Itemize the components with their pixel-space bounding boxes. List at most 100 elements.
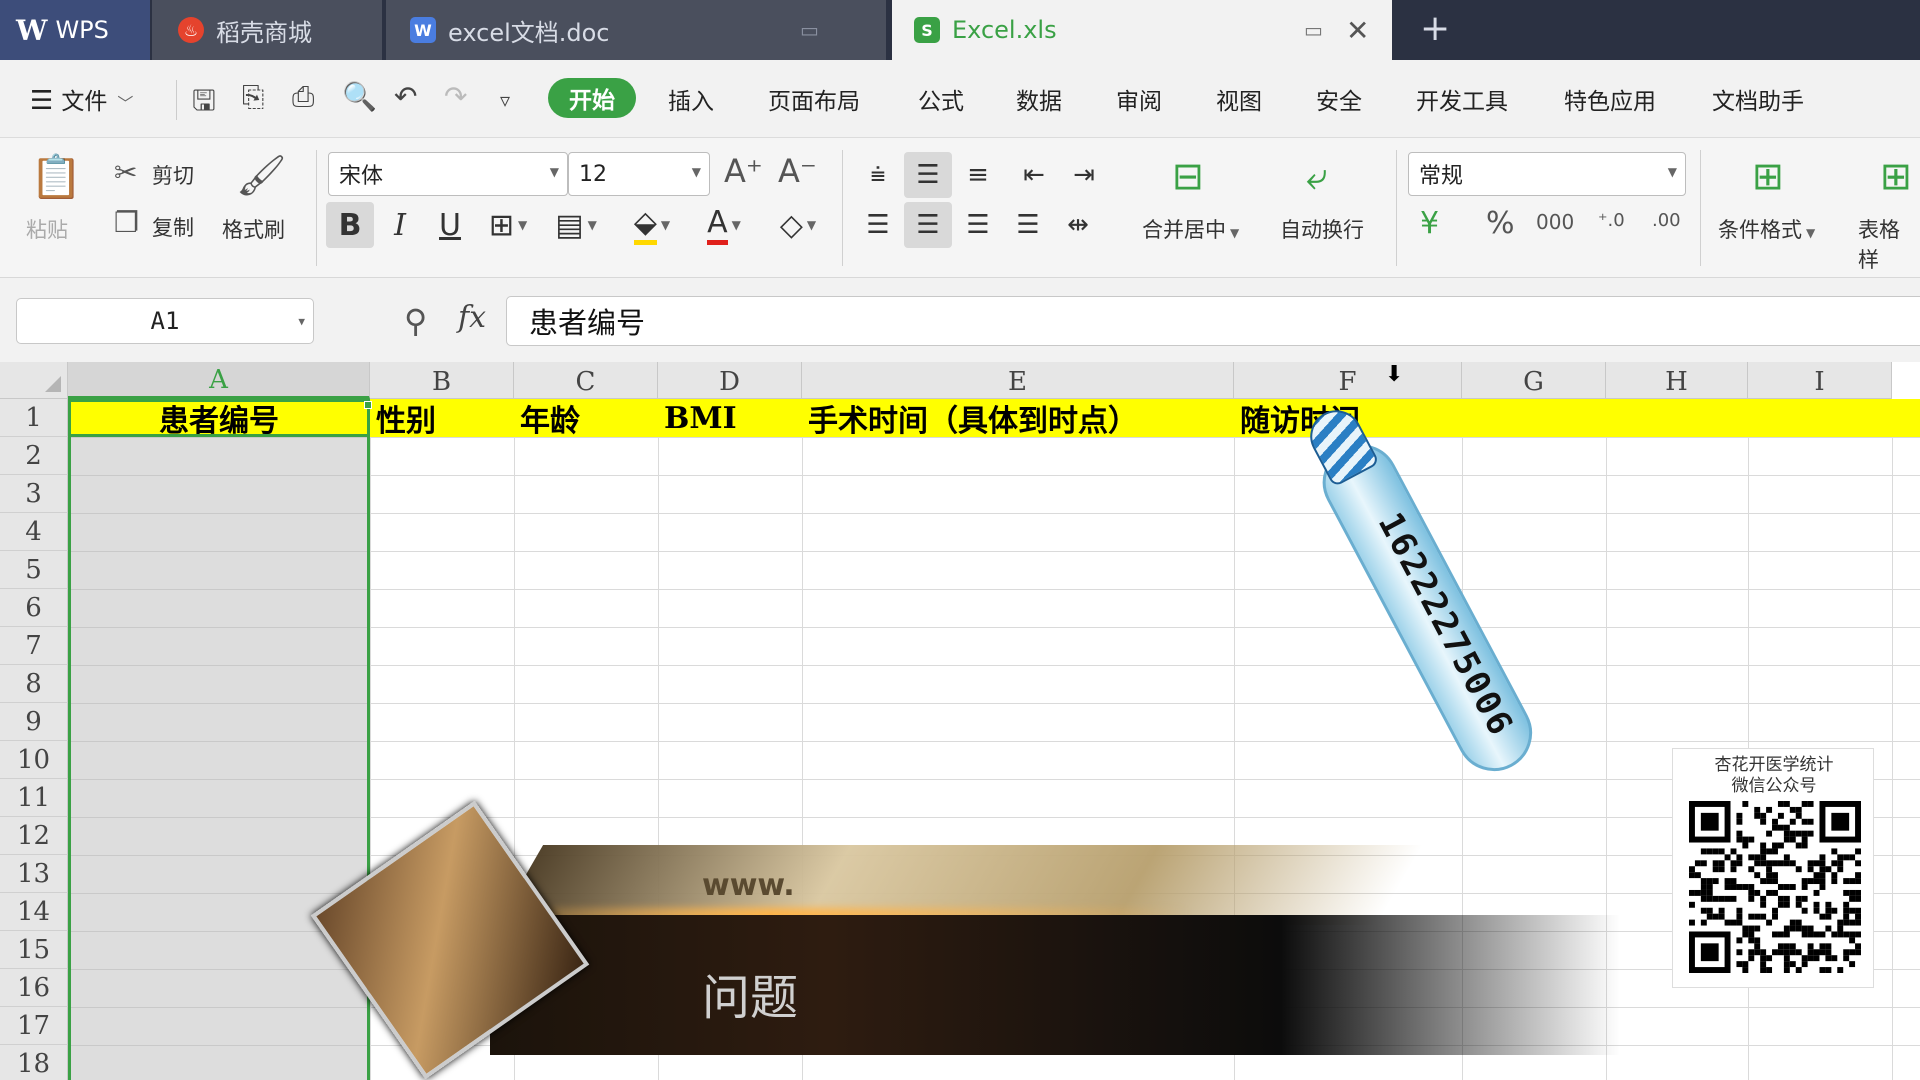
tab-home[interactable]: 开始 <box>548 78 636 118</box>
select-all-corner[interactable] <box>0 362 68 399</box>
scissors-icon[interactable]: ✂ <box>114 156 137 189</box>
row-header-13[interactable]: 13 <box>0 855 68 893</box>
customize-toolbar-icon[interactable]: ▿ <box>500 88 510 112</box>
name-box[interactable]: A1 ▼ <box>16 298 314 344</box>
row-header-11[interactable]: 11 <box>0 779 68 817</box>
tab-excel-active[interactable]: S Excel.xls ▭ ✕ <box>892 0 1392 60</box>
tab-insert[interactable]: 插入 <box>668 82 714 116</box>
underline-button[interactable]: U <box>426 202 474 248</box>
tab-developer[interactable]: 开发工具 <box>1416 82 1508 116</box>
merge-center-icon[interactable]: ⊟ <box>1172 154 1204 198</box>
row-header-17[interactable]: 17 <box>0 1007 68 1045</box>
tab-security[interactable]: 安全 <box>1316 82 1362 116</box>
currency-icon[interactable]: ¥ <box>1420 206 1439 241</box>
bold-button[interactable]: B <box>326 202 374 248</box>
conditional-format-icon[interactable]: ⊞ <box>1752 154 1784 198</box>
column-header-c[interactable]: C <box>514 362 658 399</box>
borders-button[interactable]: ⊞ ▼ <box>484 202 532 248</box>
table-style-icon[interactable]: ⊞ <box>1880 154 1912 198</box>
new-tab-button[interactable]: + <box>1420 8 1450 49</box>
export-icon[interactable]: ⎘ <box>242 80 264 114</box>
row-header-15[interactable]: 15 <box>0 931 68 969</box>
decrease-indent-icon[interactable]: ⇤ <box>1010 152 1058 198</box>
tab-doc-assistant[interactable]: 文档助手 <box>1712 82 1804 116</box>
increase-font-icon[interactable]: A⁺ <box>724 152 763 190</box>
tab-word-doc[interactable]: W excel文档.doc ▭ <box>386 0 886 60</box>
tab-formulas[interactable]: 公式 <box>918 82 964 116</box>
align-center-icon[interactable]: ☰ <box>904 202 952 248</box>
formula-input[interactable]: 患者编号 <box>506 296 1920 346</box>
pin-window-icon[interactable]: ▭ <box>800 18 819 42</box>
copy-icon[interactable]: ❐ <box>114 206 139 239</box>
align-bottom-icon[interactable]: ≡ <box>954 152 1002 198</box>
wrap-text-icon[interactable]: ⤶ <box>1306 154 1327 199</box>
paste-icon[interactable]: 📋 <box>30 152 82 202</box>
copy-button[interactable]: 复制 <box>152 212 194 242</box>
distributed-icon[interactable]: ⇹ <box>1054 202 1102 248</box>
row-header-7[interactable]: 7 <box>0 627 68 665</box>
row-header-3[interactable]: 3 <box>0 475 68 513</box>
tab-view[interactable]: 视图 <box>1216 82 1262 116</box>
save-icon[interactable]: 🖫 <box>192 80 216 128</box>
column-header-h[interactable]: H <box>1606 362 1748 399</box>
format-painter-icon[interactable]: 🖌 <box>236 152 287 199</box>
close-tab-icon[interactable]: ✕ <box>1346 14 1369 47</box>
font-size-select[interactable]: 12 ▼ <box>568 152 710 196</box>
cell-style-button[interactable]: ▤ ▼ <box>552 202 600 248</box>
row-header-2[interactable]: 2 <box>0 437 68 475</box>
wrap-text-button[interactable]: 自动换行 <box>1280 214 1364 244</box>
print-preview-icon[interactable]: 🔍 <box>342 80 377 113</box>
cell-c1-text[interactable]: 年龄 <box>520 399 580 439</box>
tab-review[interactable]: 审阅 <box>1116 82 1162 116</box>
column-header-g[interactable]: G <box>1462 362 1606 399</box>
tab-page-layout[interactable]: 页面布局 <box>768 82 860 116</box>
cell-a1-text[interactable]: 患者编号 <box>68 399 370 439</box>
column-header-f[interactable]: F <box>1234 362 1462 399</box>
insert-function-button[interactable]: fx <box>458 300 486 335</box>
align-left-icon[interactable]: ☰ <box>854 202 902 248</box>
tab-data[interactable]: 数据 <box>1016 82 1062 116</box>
cell-e1-text[interactable]: 手术时间（具体到时点） <box>808 399 1138 439</box>
column-header-b[interactable]: B <box>370 362 514 399</box>
align-right-icon[interactable]: ☰ <box>954 202 1002 248</box>
row-header-14[interactable]: 14 <box>0 893 68 931</box>
number-format-select[interactable]: 常规 ▼ <box>1408 152 1686 196</box>
row-header-9[interactable]: 9 <box>0 703 68 741</box>
tab-daoke-store[interactable]: ♨ 稻壳商城 <box>152 0 382 60</box>
row-header-8[interactable]: 8 <box>0 665 68 703</box>
fill-color-button[interactable]: ⬙ ▼ <box>628 202 676 248</box>
font-color-button[interactable]: A ▼ <box>700 202 748 248</box>
paste-button[interactable]: 粘贴 <box>26 214 68 244</box>
print-icon[interactable]: ⎙ <box>292 80 314 114</box>
undo-icon[interactable]: ↶ <box>394 80 417 113</box>
row-header-16[interactable]: 16 <box>0 969 68 1007</box>
zoom-icon[interactable]: ⚲ <box>404 302 427 340</box>
row-header-6[interactable]: 6 <box>0 589 68 627</box>
cut-button[interactable]: 剪切 <box>152 160 194 190</box>
file-menu-button[interactable]: ☰ 文件 ﹀ <box>30 82 133 116</box>
decrease-font-icon[interactable]: A⁻ <box>778 152 817 190</box>
row-header-10[interactable]: 10 <box>0 741 68 779</box>
increase-indent-icon[interactable]: ⇥ <box>1060 152 1108 198</box>
cell-d1-text[interactable]: BMI <box>664 399 737 437</box>
table-style-button[interactable]: 表格样 <box>1858 214 1920 274</box>
row-header-18[interactable]: 18 <box>0 1045 68 1080</box>
cell-b1-text[interactable]: 性别 <box>376 399 436 439</box>
font-name-select[interactable]: 宋体 ▼ <box>328 152 568 196</box>
row-header-1[interactable]: 1 <box>0 399 68 437</box>
column-header-i[interactable]: I <box>1748 362 1892 399</box>
conditional-format-button[interactable]: 条件格式 ▼ <box>1718 214 1815 244</box>
justify-icon[interactable]: ☰ <box>1004 202 1052 248</box>
pin-window-icon[interactable]: ▭ <box>1304 18 1323 42</box>
wps-home-tab[interactable]: W WPS <box>0 0 150 60</box>
decrease-decimal-icon[interactable]: .00 <box>1652 210 1681 231</box>
italic-button[interactable]: I <box>376 202 424 248</box>
tab-special-apps[interactable]: 特色应用 <box>1564 82 1656 116</box>
clear-button[interactable]: ◇ ▼ <box>774 202 822 248</box>
align-top-icon[interactable]: ⩧ <box>854 152 902 198</box>
percent-icon[interactable]: % <box>1486 206 1515 241</box>
align-middle-icon[interactable]: ☰ <box>904 152 952 198</box>
column-header-e[interactable]: E <box>802 362 1234 399</box>
increase-decimal-icon[interactable]: ⁺.0 <box>1598 210 1625 231</box>
row-header-5[interactable]: 5 <box>0 551 68 589</box>
